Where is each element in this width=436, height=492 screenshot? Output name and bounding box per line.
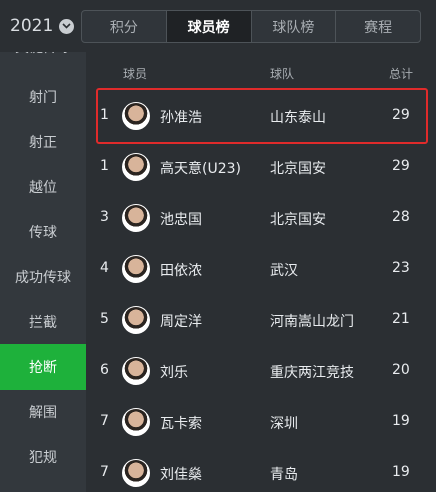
total-value: 29: [392, 158, 410, 174]
player-name: 刘佳燊: [160, 467, 202, 483]
player-avatar: [122, 357, 150, 385]
team-name: 深圳: [270, 416, 298, 432]
total-value: 19: [392, 413, 410, 429]
player-avatar: [122, 255, 150, 283]
player-name: 池忠国: [160, 212, 202, 228]
player-avatar: [122, 153, 150, 181]
team-name: 重庆两江竞技: [270, 365, 354, 381]
sidebar-item-offsides[interactable]: 越位: [0, 164, 86, 210]
total-value: 23: [392, 260, 410, 276]
team-name: 北京国安: [270, 212, 326, 228]
rank: 3: [100, 209, 109, 225]
total-value: 20: [392, 362, 410, 378]
tab-player-rankings[interactable]: 球员榜: [166, 11, 252, 42]
column-header-total: 总计: [389, 67, 414, 81]
team-name: 青岛: [270, 467, 298, 483]
table-row[interactable]: 7 瓦卡索 深圳 19: [86, 396, 436, 448]
table-row[interactable]: 5 周定洋 河南嵩山龙门 21: [86, 294, 436, 346]
sidebar-item-shots-on-target[interactable]: 射正: [0, 119, 86, 165]
team-name: 河南嵩山龙门: [270, 314, 354, 330]
sidebar-item-fouls[interactable]: 犯规: [0, 434, 86, 480]
rank: 7: [100, 413, 109, 429]
sidebar-item-clearances[interactable]: 解围: [0, 389, 86, 435]
sidebar-item-key-passes[interactable]: 关键传球: [0, 52, 86, 70]
player-name: 高天意(U23): [160, 161, 241, 177]
tab-standings[interactable]: 积分: [82, 11, 167, 42]
tab-schedule[interactable]: 赛程: [336, 11, 420, 42]
player-avatar: [122, 306, 150, 334]
column-header-team: 球队: [270, 67, 295, 81]
sidebar-item-shots[interactable]: 射门: [0, 74, 86, 120]
top-bar: 2021 积分 球员榜 球队榜 赛程: [0, 0, 436, 52]
table-row[interactable]: 6 刘乐 重庆两江竞技 20: [86, 345, 436, 397]
player-avatar: [122, 459, 150, 487]
table-header: 球员 球队 总计: [86, 52, 436, 90]
rank: 4: [100, 260, 109, 276]
season-selector[interactable]: 2021: [10, 13, 75, 39]
rank: 6: [100, 362, 109, 378]
chevron-down-icon: [59, 18, 75, 34]
player-name: 刘乐: [160, 365, 188, 381]
table-row[interactable]: 1 高天意(U23) 北京国安 29: [86, 141, 436, 193]
team-name: 北京国安: [270, 161, 326, 177]
tab-bar: 积分 球员榜 球队榜 赛程: [81, 10, 421, 43]
stat-category-sidebar: 关键传球 射门 射正 越位 传球 成功传球 拦截 抢断 解围 犯规: [0, 52, 86, 492]
table-row[interactable]: 4 田依浓 武汉 23: [86, 243, 436, 295]
highlight-box: [96, 88, 428, 144]
team-name: 武汉: [270, 263, 298, 279]
sidebar-item-interceptions[interactable]: 拦截: [0, 299, 86, 345]
player-avatar: [122, 408, 150, 436]
total-value: 19: [392, 464, 410, 480]
player-name: 瓦卡索: [160, 416, 202, 432]
rank: 7: [100, 464, 109, 480]
table-row[interactable]: 3 池忠国 北京国安 28: [86, 192, 436, 244]
player-name: 田依浓: [160, 263, 202, 279]
season-label: 2021: [10, 16, 54, 36]
rank: 5: [100, 311, 109, 327]
total-value: 28: [392, 209, 410, 225]
sidebar-item-successful-passes[interactable]: 成功传球: [0, 254, 86, 300]
rank: 1: [100, 158, 109, 174]
sidebar-item-tackles[interactable]: 抢断: [0, 344, 86, 390]
sidebar-item-passes[interactable]: 传球: [0, 209, 86, 255]
total-value: 21: [392, 311, 410, 327]
player-ranking-table: 球员 球队 总计 1 孙准浩 山东泰山 29 1 高天意(U23) 北京国安 2…: [86, 52, 436, 492]
tab-team-rankings[interactable]: 球队榜: [252, 11, 337, 42]
table-row[interactable]: 7 刘佳燊 青岛 19: [86, 447, 436, 492]
player-name: 周定洋: [160, 314, 202, 330]
column-header-player: 球员: [123, 67, 148, 81]
player-avatar: [122, 204, 150, 232]
